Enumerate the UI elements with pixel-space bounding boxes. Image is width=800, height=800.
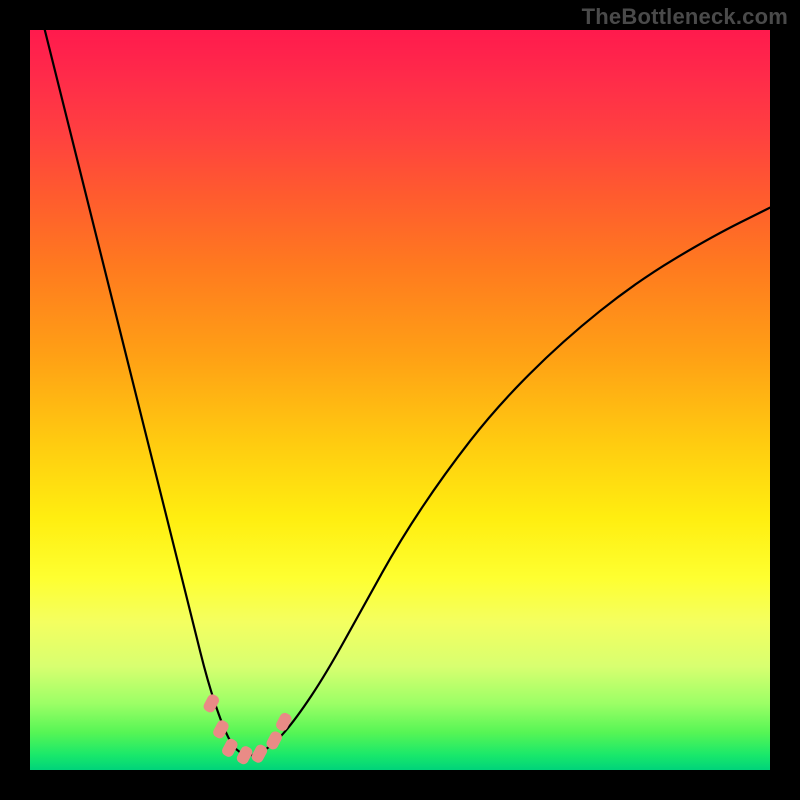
- curve-marker: [220, 737, 239, 759]
- bottleneck-curve: [45, 30, 770, 755]
- plot-area: [30, 30, 770, 770]
- chart-frame: TheBottleneck.com: [0, 0, 800, 800]
- curve-marker: [235, 744, 254, 766]
- curve-svg: [30, 30, 770, 770]
- curve-marker: [250, 743, 269, 765]
- curve-marker: [274, 711, 293, 733]
- watermark-text: TheBottleneck.com: [582, 4, 788, 30]
- marker-group: [202, 693, 294, 766]
